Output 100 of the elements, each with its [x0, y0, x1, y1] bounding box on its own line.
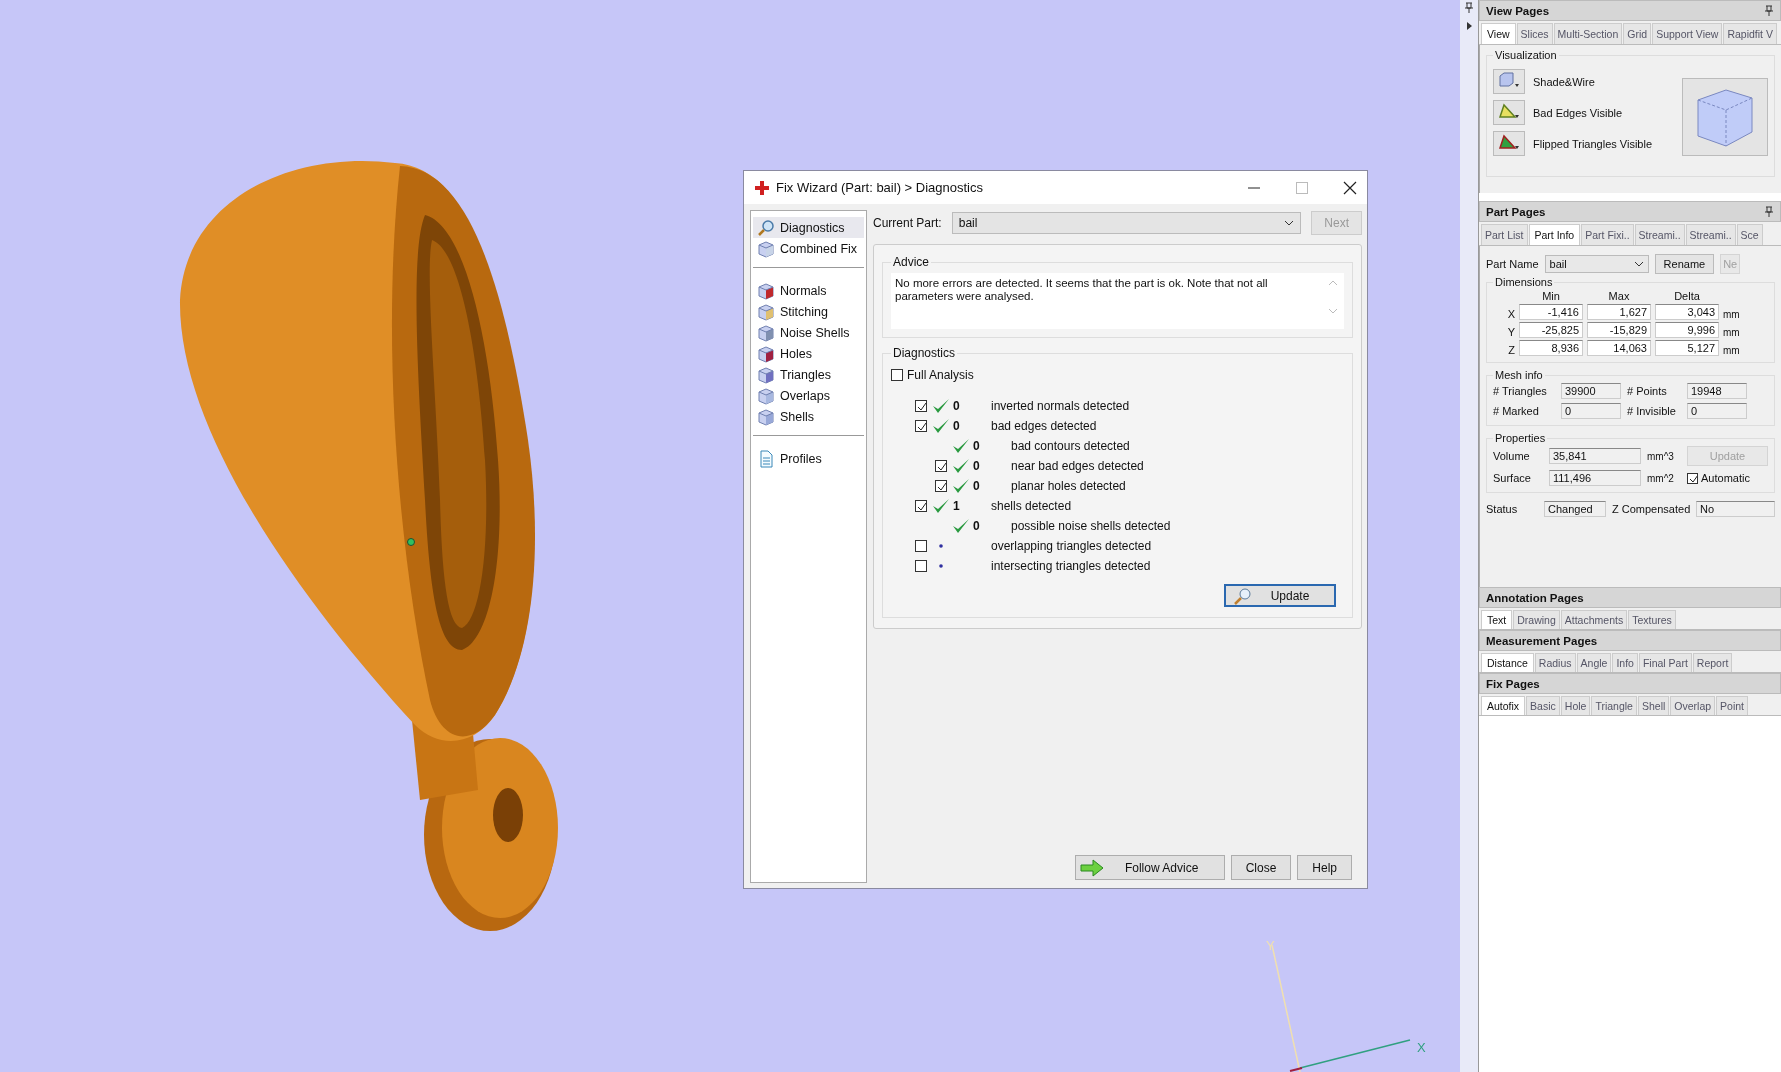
column-header: Min — [1541, 290, 1561, 302]
current-part-label: Current Part: — [873, 216, 942, 230]
value-field: 9,996 — [1655, 322, 1719, 338]
advice-text: No more errors are detected. It seems that the part is ok. Note that not all parameters were analysed. — [895, 277, 1269, 303]
tab[interactable]: View — [1481, 23, 1516, 44]
view-mode-label: Bad Edges Visible — [1533, 106, 1623, 119]
tab[interactable]: Sce — [1736, 224, 1763, 245]
tab[interactable]: Basic — [1526, 696, 1560, 715]
value-field: 35,841 — [1549, 448, 1641, 464]
checkbox[interactable] — [1687, 472, 1698, 484]
value-field: 111,496 — [1549, 470, 1641, 486]
tab[interactable]: Angle — [1576, 653, 1612, 672]
tab[interactable]: Streami.. — [1685, 224, 1736, 245]
pin-icon[interactable] — [1464, 2, 1474, 14]
nav-item[interactable]: Shells — [753, 406, 864, 427]
tab[interactable]: Textures — [1628, 610, 1676, 629]
unit-label: mm — [1723, 309, 1741, 320]
group-title: Advice — [892, 255, 931, 269]
tab[interactable]: Multi-Section — [1553, 23, 1623, 44]
tab[interactable]: Rapidfit V — [1723, 23, 1777, 44]
view-mode-label: Flipped Triangles Visible — [1533, 137, 1653, 150]
diagnostic-label: bad edges detected — [991, 419, 1097, 433]
cube-icon — [757, 323, 775, 342]
tab[interactable]: Streami.. — [1634, 224, 1685, 245]
count-value: 0 — [953, 419, 960, 433]
tab[interactable]: Autofix — [1481, 696, 1526, 715]
pin-icon[interactable] — [1764, 4, 1774, 17]
tab[interactable]: Overlap — [1670, 696, 1716, 715]
checkbox[interactable] — [935, 480, 947, 492]
update-button[interactable]: Update — [1224, 584, 1336, 607]
group-title: Properties — [1494, 432, 1547, 444]
checkbox[interactable] — [935, 460, 947, 472]
group-title: Dimensions — [1494, 276, 1554, 288]
dialog-button[interactable]: Help — [1297, 855, 1352, 880]
value-field: No — [1696, 501, 1775, 517]
value-field: 14,063 — [1587, 340, 1651, 356]
cube-icon — [1497, 71, 1521, 89]
tab[interactable]: Final Part — [1638, 653, 1692, 672]
diagnostic-label: planar holes detected — [1011, 479, 1126, 493]
tab[interactable]: Triangle — [1591, 696, 1637, 715]
tab[interactable]: Hole — [1560, 696, 1591, 715]
count-value: 0 — [973, 459, 980, 473]
checkbox[interactable] — [891, 369, 903, 381]
count-value: 0 — [973, 519, 980, 533]
tab[interactable]: Support View — [1652, 23, 1723, 44]
tab[interactable]: Point — [1716, 696, 1748, 715]
tab[interactable]: Grid — [1623, 23, 1652, 44]
follow-advice-button[interactable]: Follow Advice — [1074, 855, 1225, 880]
diagnostic-label: inverted normals detected — [991, 399, 1130, 413]
cube-icon — [757, 281, 775, 300]
checkbox[interactable] — [915, 400, 927, 412]
nav-item[interactable]: Triangles — [753, 364, 864, 385]
nav-item[interactable]: Holes — [753, 343, 864, 364]
diagnostic-label: intersecting triangles detected — [991, 559, 1151, 573]
value-field: -1,416 — [1519, 304, 1583, 320]
close-icon[interactable] — [1343, 180, 1357, 195]
checkbox[interactable] — [915, 420, 927, 432]
expand-icon[interactable] — [1464, 20, 1474, 32]
nav-item[interactable]: Overlaps — [753, 385, 864, 406]
value-field: 3,043 — [1655, 304, 1719, 320]
dialog-button[interactable]: Close — [1230, 855, 1292, 880]
part-name-dropdown[interactable]: bail — [1544, 255, 1649, 273]
tab[interactable]: Radius — [1534, 653, 1576, 672]
checkbox[interactable] — [915, 540, 927, 552]
nav-item[interactable]: Normals — [753, 280, 864, 301]
tab[interactable]: Distance — [1481, 653, 1534, 672]
view-mode-button[interactable] — [1493, 100, 1525, 125]
nav-item[interactable]: Profiles — [753, 448, 864, 469]
unit-label: mm — [1723, 327, 1741, 338]
chevron-icon — [1284, 220, 1295, 226]
nav-item[interactable]: Combined Fix — [753, 238, 864, 259]
tab[interactable]: Shell — [1637, 696, 1670, 715]
cross-icon — [754, 179, 770, 196]
count-value: 0 — [973, 479, 980, 493]
tab[interactable]: Info — [1612, 653, 1638, 672]
tab[interactable]: Slices — [1516, 23, 1553, 44]
tab[interactable]: Drawing — [1513, 610, 1560, 629]
diagnostic-label: bad contours detected — [1011, 439, 1130, 453]
field-label: # Marked — [1493, 405, 1540, 417]
nav-item[interactable]: Stitching — [753, 301, 864, 322]
rename-button[interactable]: Rename — [1654, 254, 1715, 274]
pin-icon[interactable] — [1764, 205, 1774, 218]
chevron-icon — [1633, 261, 1644, 267]
unit-label: mm^2 — [1647, 472, 1675, 484]
tab[interactable]: Attachments — [1560, 610, 1628, 629]
checkbox[interactable] — [915, 500, 927, 512]
section-title: Measurement Pages — [1486, 634, 1598, 647]
tab[interactable]: Text — [1481, 610, 1513, 629]
tab[interactable]: Part List — [1481, 224, 1528, 245]
tab[interactable]: Part Info — [1528, 224, 1581, 245]
tab[interactable]: Part Fixi.. — [1581, 224, 1634, 245]
tab[interactable]: Report — [1692, 653, 1733, 672]
group-title: Diagnostics — [892, 346, 957, 360]
value-field: 0 — [1561, 403, 1621, 419]
part-dropdown[interactable]: bail — [951, 212, 1302, 234]
axis-label: Y — [1506, 326, 1515, 338]
view-mode-button[interactable] — [1493, 131, 1525, 156]
checkbox[interactable] — [915, 560, 927, 572]
nav-item[interactable]: Noise Shells — [753, 322, 864, 343]
nav-item[interactable]: Diagnostics — [753, 217, 864, 238]
